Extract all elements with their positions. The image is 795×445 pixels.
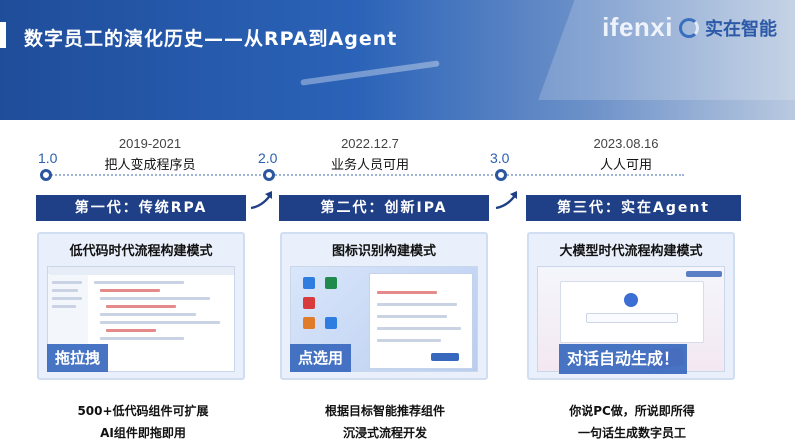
generation-card-1: 低代码时代流程构建模式 拖拉拽 [37,232,245,380]
card-3-desc-line-1: 你说PC做，所说即所得 [569,404,695,418]
generation-label-2: 第二代：创新IPA [279,195,489,221]
generation-card-2: 图标识别构建模式 点选用 [280,232,488,380]
timeline-version-1: 1.0 [38,150,58,166]
card-title: 大模型时代流程构建模式 [559,244,703,259]
curved-arrow-icon [495,191,517,210]
card-2-desc-line-1: 根据目标智能推荐组件 [324,404,445,418]
generation-card-3: 大模型时代流程构建模式 对话自动生成！ [527,232,735,380]
feature-tag-drag: 拖拉拽 [47,344,109,372]
timeline-line [44,174,684,176]
curved-arrow-icon [250,191,272,210]
generation-label-3: 第三代：实在Agent [526,195,741,221]
card-3-desc-line-2: 一句话生成数字员工 [577,426,686,440]
card-title: 低代码时代流程构建模式 [69,244,213,259]
timeline-version-2: 2.0 [258,150,278,166]
card-2-desc-line-2: 沉浸式流程开发 [342,426,427,440]
timeline-version-3: 3.0 [490,150,510,166]
timeline-dot-3 [495,169,507,181]
card-1-desc-line-1: 500+低代码组件可扩展 [77,404,209,418]
title-accent-bar [0,22,6,48]
page-title: 数字员工的演化历史——从RPA到Agent [24,28,398,50]
logo-swirl-icon [679,17,699,38]
header-decoration-line [300,60,440,86]
feature-tag-chat: 对话自动生成！ [559,344,688,374]
logo-partner-text: 实在智能 [705,18,777,40]
timeline-dot-2 [263,169,275,181]
brand-logo: ifenxi 实在智能 [602,12,777,43]
timeline-dot-1 [40,169,52,181]
timeline-subtitle-2: 业务人员可用 [330,158,409,173]
card-title: 图标识别构建模式 [331,244,436,259]
timeline-date-3: 2023.08.16 [593,136,659,151]
generation-label-1: 第一代：传统RPA [36,195,246,221]
timeline-date-1: 2019-2021 [118,136,182,151]
card-1-desc-line-2: AI组件即拖即用 [100,426,186,440]
feature-tag-click: 点选用 [290,344,352,372]
header-banner: 数字员工的演化历史——从RPA到Agent ifenxi 实在智能 [0,0,795,120]
timeline-subtitle-3: 人人可用 [599,158,652,173]
timeline-date-2: 2022.12.7 [341,136,399,151]
timeline-subtitle-1: 把人变成程序员 [104,158,196,173]
logo-text: ifenxi [602,12,673,42]
